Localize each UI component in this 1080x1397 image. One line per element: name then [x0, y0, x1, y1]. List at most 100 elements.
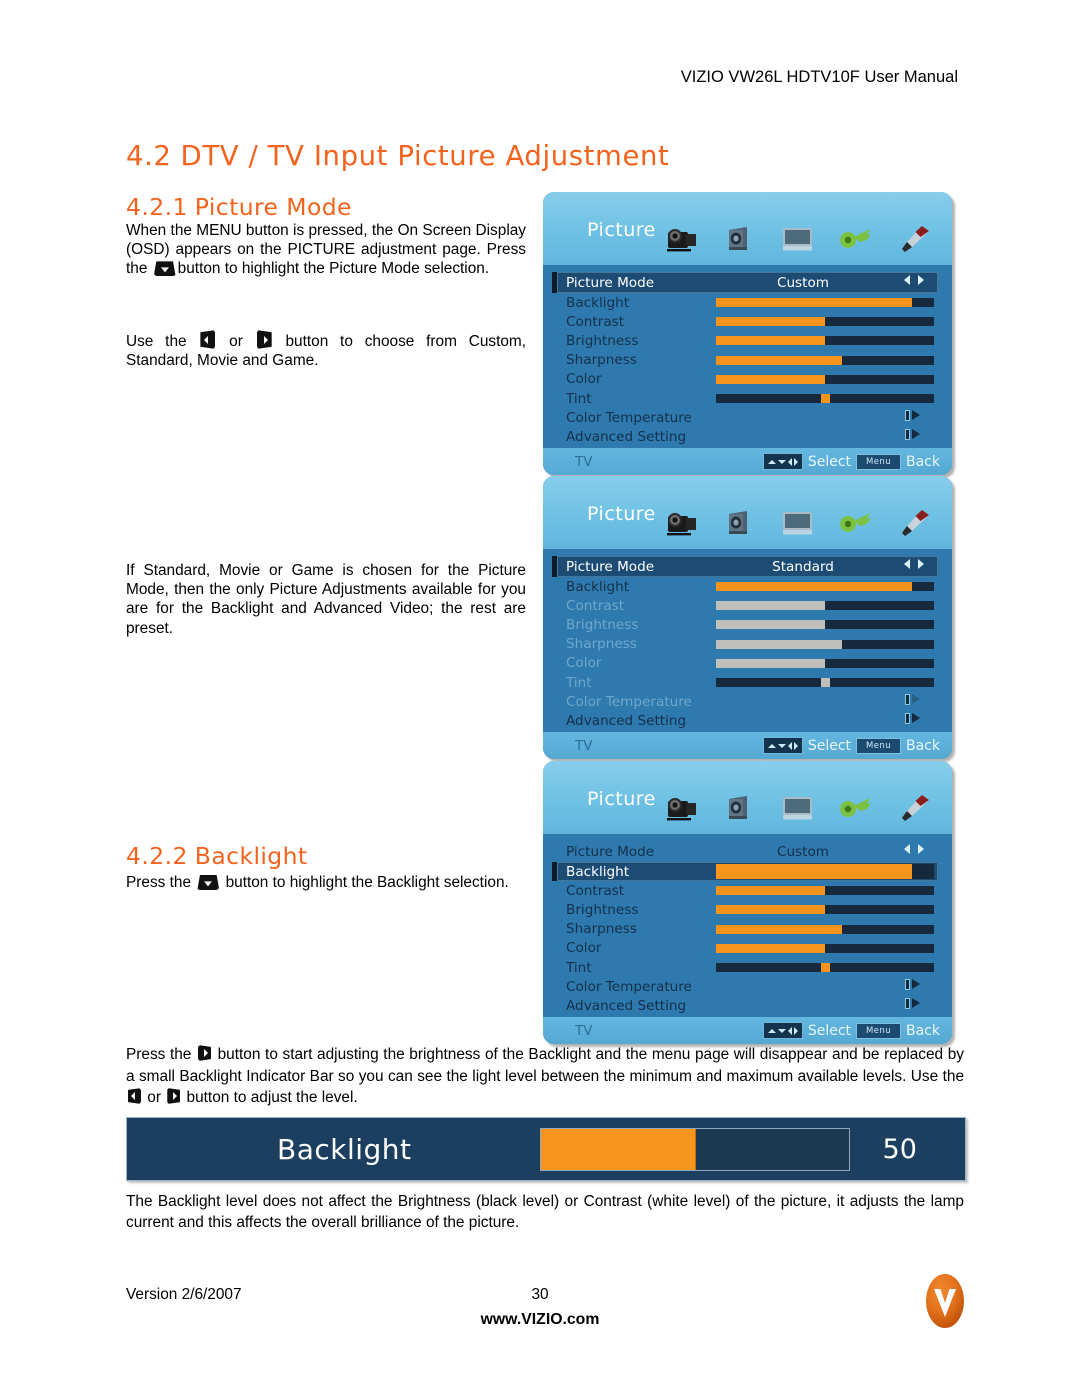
osd-submenu-arrow-icon[interactable]: [890, 409, 938, 426]
camcorder-icon[interactable]: [660, 500, 704, 544]
osd-slider[interactable]: [716, 394, 934, 404]
key-icon[interactable]: [834, 785, 878, 829]
osd-row-color[interactable]: Color50: [557, 939, 938, 958]
osd-row-backlight[interactable]: Backlight90: [557, 293, 938, 312]
osd-row-control: [716, 394, 934, 404]
osd-row-label: Advanced Setting: [566, 712, 687, 729]
osd-menu-button-badge[interactable]: Menu: [856, 737, 901, 754]
osd-row-backlight[interactable]: Backlight90: [552, 862, 938, 882]
osd-row-sharpness[interactable]: Sharpness4: [557, 351, 938, 370]
osd-row-label: Backlight: [566, 294, 630, 311]
screwdriver-icon[interactable]: [892, 500, 936, 544]
osd-left-right-arrows-icon[interactable]: [890, 274, 938, 291]
osd-row-tint[interactable]: Tint0: [557, 958, 938, 977]
osd-slider-fill: [716, 601, 825, 611]
osd-row-label: Color: [566, 940, 602, 957]
osd-submenu-arrow-icon[interactable]: [890, 693, 938, 710]
footer-page-number: 30: [531, 1286, 549, 1303]
osd-row-backlight[interactable]: Backlight90: [557, 577, 938, 596]
osd-row-sharpness[interactable]: Sharpness4: [557, 920, 938, 939]
osd-row-advanced-setting[interactable]: Advanced Setting: [557, 427, 938, 446]
osd-slider[interactable]: [716, 355, 934, 365]
osd-slider[interactable]: [716, 374, 934, 384]
osd-row-contrast[interactable]: Contrast50: [557, 596, 938, 615]
screwdriver-icon[interactable]: [892, 216, 936, 260]
speaker-icon[interactable]: [718, 500, 762, 544]
osd-slider[interactable]: [716, 317, 934, 327]
osd-left-right-arrows-icon[interactable]: [890, 558, 938, 575]
osd-row-value: 50: [934, 655, 952, 671]
osd-row-brightness[interactable]: Brightness50: [557, 900, 938, 919]
osd-slider-fill: [716, 886, 825, 896]
camcorder-icon[interactable]: [660, 216, 704, 260]
osd-category-icons: [660, 200, 936, 260]
osd-slider[interactable]: [716, 639, 934, 649]
tv-icon[interactable]: [776, 500, 820, 544]
osd-row-color-temperature[interactable]: Color Temperature: [557, 977, 938, 996]
osd-row-label: Backlight: [566, 578, 630, 595]
speaker-icon[interactable]: [718, 216, 762, 260]
osd-row-control: [716, 620, 934, 630]
osd-row-color-temperature[interactable]: Color Temperature: [557, 408, 938, 427]
key-icon[interactable]: [834, 500, 878, 544]
osd-slider[interactable]: [716, 963, 934, 973]
osd-row-control: [716, 355, 934, 365]
osd-slider[interactable]: [716, 620, 934, 630]
osd-row-tint[interactable]: Tint0: [557, 389, 938, 408]
key-icon[interactable]: [834, 216, 878, 260]
vizio-logo-icon: [922, 1272, 968, 1330]
osd-slider[interactable]: [716, 298, 934, 308]
screwdriver-icon[interactable]: [892, 785, 936, 829]
osd-select-hint: Select: [807, 1022, 852, 1039]
osd-row-picture-mode[interactable]: Picture Mode Custom: [557, 841, 938, 862]
osd-submenu-arrow-icon[interactable]: [890, 997, 938, 1014]
osd-row-control: [716, 963, 934, 973]
osd-slider[interactable]: [716, 905, 934, 915]
osd-submenu-arrow-icon[interactable]: [890, 712, 938, 729]
osd-left-right-arrows-icon[interactable]: [890, 843, 938, 860]
osd-slider-knob: [820, 678, 830, 688]
backlight-indicator-track[interactable]: [539, 1127, 850, 1171]
osd-row-contrast[interactable]: Contrast50: [557, 312, 938, 331]
osd-row-color-temperature[interactable]: Color Temperature: [557, 692, 938, 711]
osd-source-label: TV: [575, 1022, 593, 1039]
osd-row-sharpness[interactable]: Sharpness4: [557, 635, 938, 654]
paragraph-text: Press the: [126, 1046, 196, 1063]
tv-icon[interactable]: [776, 785, 820, 829]
osd-slider[interactable]: [716, 582, 934, 592]
osd-title: Picture: [587, 788, 656, 810]
osd-slider[interactable]: [716, 864, 934, 880]
osd-submenu-arrow-icon[interactable]: [890, 428, 938, 445]
osd-slider[interactable]: [716, 678, 934, 688]
osd-row-advanced-setting[interactable]: Advanced Setting: [557, 711, 938, 730]
osd-row-color[interactable]: Color50: [557, 370, 938, 389]
osd-row-label: Sharpness: [566, 921, 637, 938]
osd-row-brightness[interactable]: Brightness50: [557, 331, 938, 350]
osd-slider[interactable]: [716, 658, 934, 668]
osd-row-tint[interactable]: Tint0: [557, 673, 938, 692]
osd-slider[interactable]: [716, 601, 934, 611]
osd-slider[interactable]: [716, 943, 934, 953]
osd-slider[interactable]: [716, 924, 934, 934]
osd-row-label: Sharpness: [566, 636, 637, 653]
osd-row-advanced-setting[interactable]: Advanced Setting: [557, 996, 938, 1015]
osd-row-brightness[interactable]: Brightness50: [557, 615, 938, 634]
osd-row-contrast[interactable]: Contrast50: [557, 881, 938, 900]
osd-row-picture-mode[interactable]: Picture Mode Custom: [552, 272, 938, 293]
osd-row-picture-mode[interactable]: Picture Mode Standard: [552, 556, 938, 577]
paragraph-adjust-backlight: Press the button to start adjusting the …: [126, 1044, 964, 1109]
tv-icon[interactable]: [776, 216, 820, 260]
osd-slider[interactable]: [716, 336, 934, 346]
osd-menu-button-badge[interactable]: Menu: [856, 453, 901, 470]
osd-picture-mode-value: Standard: [772, 558, 834, 575]
camcorder-icon[interactable]: [660, 785, 704, 829]
osd-slider[interactable]: [716, 886, 934, 896]
osd-submenu-arrow-icon[interactable]: [890, 978, 938, 995]
subsection-heading-picture-mode: 4.2.1 Picture Mode: [126, 193, 352, 221]
osd-row-value: 90: [934, 295, 952, 311]
speaker-icon[interactable]: [718, 785, 762, 829]
osd-row-value: 0: [934, 960, 952, 976]
paragraph-text: button to highlight the Picture Mode sel…: [177, 260, 490, 278]
osd-menu-button-badge[interactable]: Menu: [856, 1022, 901, 1039]
osd-row-color[interactable]: Color50: [557, 654, 938, 673]
